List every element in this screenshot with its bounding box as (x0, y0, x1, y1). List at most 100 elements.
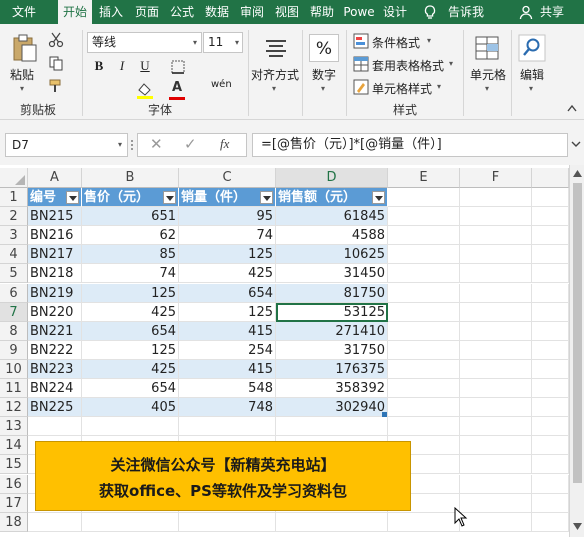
empty-cell[interactable] (460, 264, 532, 284)
cells-caret-icon[interactable]: ▾ (485, 84, 489, 93)
empty-cell[interactable] (532, 493, 569, 513)
empty-cell[interactable] (532, 359, 569, 379)
empty-cell[interactable] (532, 512, 569, 532)
empty-cell[interactable] (388, 379, 460, 398)
empty-cell[interactable] (532, 474, 569, 494)
tab-data[interactable]: 数据 (200, 0, 234, 24)
table-cell[interactable]: 654 (179, 283, 276, 303)
tab-page-layout[interactable]: 页面 (130, 0, 164, 24)
table-cell[interactable]: BN218 (28, 264, 82, 284)
paste-icon[interactable] (12, 34, 38, 62)
table-cell[interactable]: 654 (82, 321, 179, 341)
empty-cell[interactable] (388, 359, 460, 379)
filter-dropdown-icon[interactable] (163, 191, 176, 204)
empty-cell[interactable] (388, 283, 460, 303)
table-cell[interactable]: 548 (179, 379, 276, 398)
empty-cell[interactable] (388, 321, 460, 341)
empty-cell[interactable] (388, 264, 460, 284)
table-header-cell[interactable]: 售价（元） (82, 188, 179, 207)
empty-cell[interactable] (532, 321, 569, 341)
row-header[interactable]: 7 (0, 302, 28, 322)
table-cell[interactable]: 254 (179, 340, 276, 360)
table-cell[interactable]: 81750 (276, 283, 388, 303)
number-format-button[interactable]: % (309, 34, 339, 62)
row-header[interactable]: 14 (0, 436, 28, 456)
row-header[interactable]: 1 (0, 188, 28, 207)
alignment-caret-icon[interactable]: ▾ (272, 84, 276, 93)
empty-cell[interactable] (460, 340, 532, 360)
table-cell[interactable]: 31750 (276, 340, 388, 360)
table-cell[interactable]: 31450 (276, 264, 388, 284)
empty-cell[interactable] (388, 417, 460, 437)
empty-cell[interactable] (460, 302, 532, 322)
empty-cell[interactable] (460, 379, 532, 398)
table-cell[interactable]: 125 (179, 302, 276, 322)
tab-design[interactable]: 设计 (380, 0, 410, 24)
empty-cell[interactable] (460, 188, 532, 207)
empty-cell[interactable] (532, 245, 569, 265)
empty-cell[interactable] (388, 207, 460, 227)
row-header[interactable]: 13 (0, 417, 28, 437)
row-header[interactable]: 12 (0, 398, 28, 418)
fill-color-icon[interactable] (136, 81, 154, 99)
table-cell[interactable]: 654 (82, 379, 179, 398)
format-as-table-icon[interactable] (353, 56, 369, 72)
row-header[interactable]: 18 (0, 512, 28, 532)
table-cell[interactable]: 61845 (276, 207, 388, 227)
tab-home[interactable]: 开始 (58, 0, 92, 24)
empty-cell[interactable] (532, 264, 569, 284)
column-header-b[interactable]: B (82, 168, 179, 188)
table-cell[interactable]: BN225 (28, 398, 82, 418)
empty-cell[interactable] (82, 512, 179, 532)
empty-cell[interactable] (460, 359, 532, 379)
empty-cell[interactable] (460, 207, 532, 227)
table-cell[interactable]: 10625 (276, 245, 388, 265)
cell-styles-button[interactable]: 单元格样式 (372, 80, 432, 97)
table-cell[interactable]: 302940 (276, 398, 388, 418)
row-header[interactable]: 8 (0, 321, 28, 341)
conditional-format-icon[interactable] (353, 33, 369, 49)
vertical-scrollbar[interactable] (569, 165, 584, 537)
tell-me-search[interactable]: 告诉我 (444, 0, 488, 24)
table-cell[interactable]: BN217 (28, 245, 82, 265)
empty-cell[interactable] (28, 512, 82, 532)
empty-cell[interactable] (460, 493, 532, 513)
format-painter-icon[interactable] (48, 78, 64, 94)
empty-cell[interactable] (388, 398, 460, 418)
phonetic-guide-button[interactable]: wén (211, 79, 232, 90)
empty-cell[interactable] (82, 417, 179, 437)
column-header-e[interactable]: E (388, 168, 460, 188)
tab-help[interactable]: 帮助 (306, 0, 338, 24)
table-cell[interactable]: 74 (82, 264, 179, 284)
empty-cell[interactable] (388, 188, 460, 207)
empty-cell[interactable] (388, 340, 460, 360)
resize-handle[interactable] (131, 140, 133, 150)
row-header[interactable]: 10 (0, 359, 28, 379)
tab-formulas[interactable]: 公式 (166, 0, 198, 24)
tab-review[interactable]: 审阅 (236, 0, 268, 24)
underline-button[interactable]: U (137, 57, 153, 75)
cells-icon[interactable] (473, 34, 501, 62)
table-cell[interactable]: BN220 (28, 302, 82, 322)
empty-cell[interactable] (388, 512, 460, 532)
table-cell[interactable]: 271410 (276, 321, 388, 341)
empty-cell[interactable] (388, 226, 460, 246)
table-cell[interactable]: BN219 (28, 283, 82, 303)
table-cell[interactable]: 85 (82, 245, 179, 265)
empty-cell[interactable] (532, 379, 569, 398)
table-header-cell[interactable]: 销售额（元） (276, 188, 388, 207)
font-name-select[interactable]: 等线 ▾ (87, 32, 202, 53)
row-header[interactable]: 17 (0, 493, 28, 513)
table-resize-handle[interactable] (382, 412, 387, 418)
cells-button[interactable]: 单元格 (470, 66, 506, 83)
table-cell[interactable]: 415 (179, 321, 276, 341)
cancel-icon[interactable]: ✕ (150, 135, 163, 153)
empty-cell[interactable] (460, 417, 532, 437)
table-cell[interactable]: 176375 (276, 359, 388, 379)
column-header-f[interactable]: F (460, 168, 532, 188)
expand-formula-icon[interactable] (571, 139, 581, 149)
share-button[interactable]: 共享 (536, 0, 568, 24)
empty-cell[interactable] (179, 512, 276, 532)
empty-cell[interactable] (179, 417, 276, 437)
table-cell[interactable]: 62 (82, 226, 179, 246)
